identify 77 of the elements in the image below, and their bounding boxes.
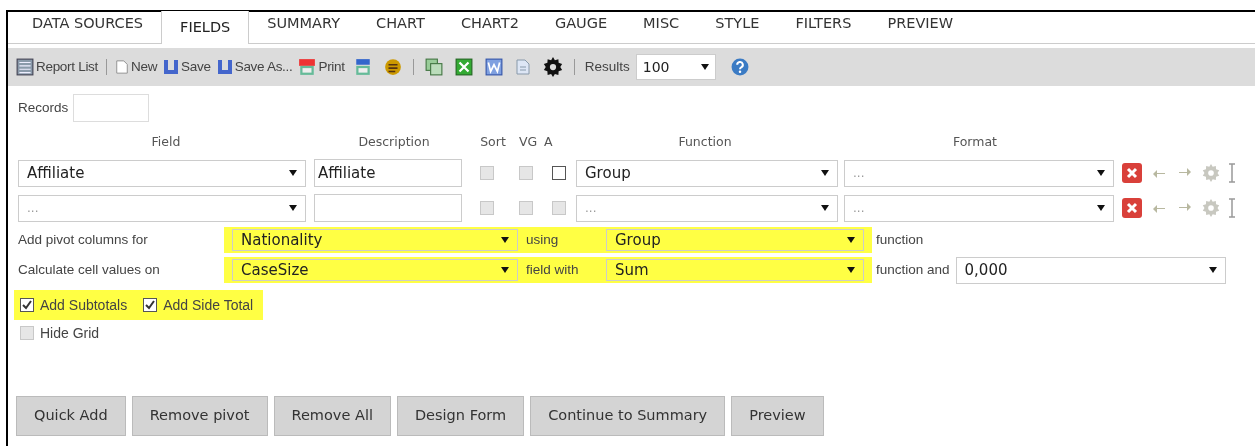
toolbar-button[interactable]: Print (298, 56, 345, 78)
tab[interactable]: PREVIEW (869, 12, 972, 43)
help-icon[interactable] (730, 58, 749, 76)
tab[interactable]: FIELDS (161, 11, 250, 44)
document-icon (115, 59, 129, 75)
option-checkbox[interactable]: Hide Grid (14, 322, 106, 344)
action-button[interactable]: Preview (731, 396, 824, 436)
caret-icon (1208, 267, 1217, 273)
suffix-text: function (876, 230, 924, 249)
tab[interactable]: CHART (358, 12, 443, 43)
suffix-text: function and (876, 260, 950, 279)
tab[interactable]: STYLE (697, 12, 778, 43)
tab[interactable]: DATA SOURCES (14, 12, 162, 43)
action-button[interactable]: Quick Add (16, 396, 126, 436)
checkbox[interactable] (143, 298, 158, 312)
caret-icon (821, 205, 829, 211)
caret-icon (501, 267, 509, 273)
description-field[interactable]: Affiliate (314, 159, 462, 187)
tab[interactable]: GAUGE (536, 12, 626, 43)
toolbar-button[interactable]: New (115, 56, 158, 78)
toolbar-button[interactable]: Save As... (216, 56, 293, 78)
resize-icon[interactable] (1228, 163, 1236, 183)
field-select[interactable]: CaseSize (232, 259, 518, 281)
option-checkbox[interactable]: Add Side Total (137, 290, 264, 320)
column-header: Function (677, 132, 733, 151)
spreadsheet-icon[interactable] (454, 58, 473, 76)
results-label: Results (584, 57, 630, 76)
caret-icon (847, 237, 855, 243)
checkbox[interactable] (552, 166, 566, 180)
caret-icon (289, 170, 297, 176)
toolbar-button[interactable]: Save (163, 56, 211, 78)
function-select[interactable]: Group (606, 229, 864, 251)
word-document-icon[interactable] (484, 58, 503, 76)
caret-icon (289, 205, 297, 211)
column-header: Field (150, 132, 182, 151)
row-label: Add pivot columns for (18, 230, 149, 249)
delete-icon[interactable] (1122, 163, 1142, 183)
function-select[interactable]: Group (576, 159, 838, 187)
column-header: VG (517, 132, 539, 151)
records-label: Records (18, 98, 69, 117)
settings-icon[interactable] (542, 57, 563, 77)
column-header: Description (357, 132, 431, 151)
action-button[interactable]: Design Form (396, 396, 525, 436)
copy-icon[interactable] (424, 58, 443, 76)
checkbox[interactable] (20, 298, 34, 312)
caret-icon (1097, 170, 1105, 176)
tab[interactable]: SUMMARY (249, 12, 359, 43)
tab[interactable]: MISC (625, 12, 698, 43)
description-field[interactable] (314, 194, 462, 222)
list-icon (16, 58, 34, 76)
caret-icon (1097, 205, 1105, 211)
action-button[interactable]: Continue to Summary (530, 396, 726, 436)
toolbar-button[interactable]: Report List (16, 56, 98, 78)
field-select[interactable]: Affiliate (18, 159, 306, 187)
document-icon[interactable] (514, 58, 531, 76)
column-header: A (544, 132, 554, 151)
caret-icon (700, 64, 709, 70)
caret-icon (501, 237, 509, 243)
row-label: Calculate cell values on (18, 260, 161, 279)
action-button[interactable]: Remove All (273, 396, 391, 436)
delete-icon[interactable] (1122, 198, 1142, 218)
tab[interactable]: CHART2 (442, 12, 537, 43)
records-field[interactable] (73, 94, 150, 122)
format-select[interactable]: 0,000 (955, 256, 1226, 284)
tab[interactable]: FILTERS (777, 12, 870, 43)
option-checkbox[interactable]: Add Subtotals (14, 290, 138, 320)
resize-icon[interactable] (1228, 198, 1236, 218)
action-button[interactable]: Remove pivot (131, 396, 268, 436)
connector-text: field with (526, 260, 580, 279)
caret-icon (847, 267, 855, 273)
field-select[interactable]: Nationality (232, 229, 518, 251)
connector-text: using (526, 230, 560, 249)
caret-icon (821, 170, 829, 176)
column-header: Sort (479, 132, 507, 151)
results-select[interactable]: 100 (635, 54, 716, 80)
column-header: Format (951, 132, 999, 151)
function-select[interactable]: Sum (606, 259, 864, 281)
